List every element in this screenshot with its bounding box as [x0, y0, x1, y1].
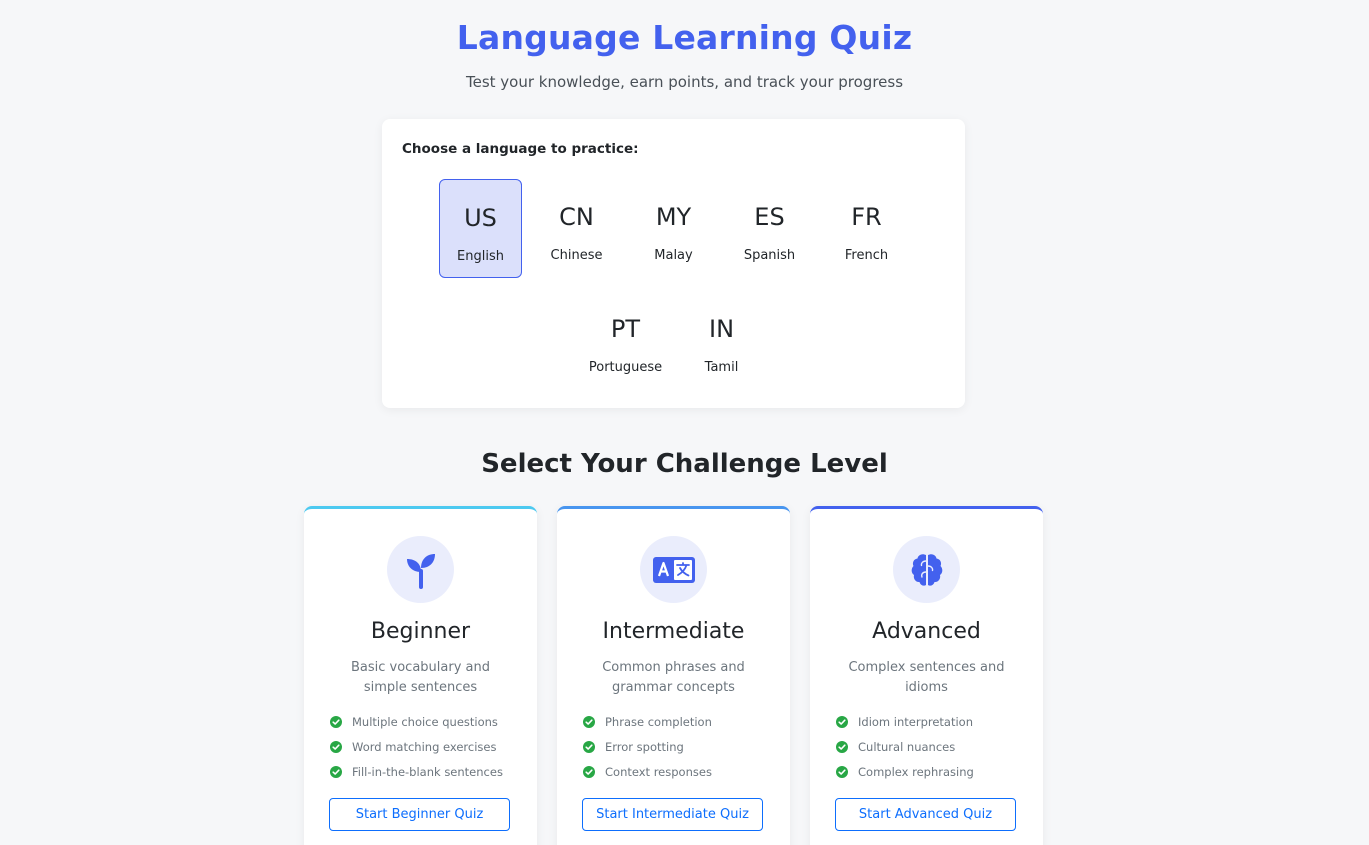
level-card-advanced: Advanced Complex sentences and idioms Id…	[810, 506, 1043, 845]
level-description: Common phrases and grammar concepts	[602, 660, 745, 695]
check-circle-icon	[330, 716, 342, 728]
level-description: Complex sentences and idioms	[848, 660, 1005, 695]
language-option-spanish[interactable]: ES Spanish	[728, 178, 811, 277]
language-name: Spanish	[743, 248, 796, 263]
language-code: PT	[610, 315, 641, 343]
check-circle-icon	[836, 741, 848, 753]
language-name: Tamil	[704, 360, 739, 375]
language-code: IN	[708, 315, 735, 343]
feature-text: Complex rephrasing	[858, 765, 974, 779]
check-circle-icon	[836, 716, 848, 728]
feature-text: Word matching exercises	[352, 740, 497, 754]
feature-text: Fill-in-the-blank sentences	[352, 765, 503, 779]
language-code: MY	[655, 203, 692, 231]
start-advanced-quiz-button[interactable]: Start Advanced Quiz	[835, 798, 1016, 831]
brain-icon	[893, 536, 960, 603]
language-code: ES	[754, 203, 785, 231]
language-option-malay[interactable]: MY Malay	[632, 178, 715, 277]
start-intermediate-quiz-button[interactable]: Start Intermediate Quiz	[582, 798, 763, 831]
language-name: Malay	[654, 248, 693, 263]
check-circle-icon	[583, 741, 595, 753]
page: Language Learning Quiz Test your knowled…	[0, 0, 1369, 845]
language-option-chinese[interactable]: CN Chinese	[535, 178, 618, 277]
language-option-english[interactable]: US English	[439, 179, 522, 278]
feature-text: Error spotting	[605, 740, 684, 754]
page-subtitle: Test your knowledge, earn points, and tr…	[465, 73, 904, 91]
language-option-tamil[interactable]: IN Tamil	[680, 290, 763, 389]
language-name: Chinese	[550, 248, 603, 263]
level-card-beginner: Beginner Basic vocabulary and simple sen…	[304, 506, 537, 845]
language-prompt: Choose a language to practice:	[402, 141, 639, 157]
check-circle-icon	[330, 741, 342, 753]
feature-text: Cultural nuances	[858, 740, 956, 754]
feature-text: Context responses	[605, 765, 712, 779]
feature-text: Idiom interpretation	[858, 715, 974, 729]
level-name: Intermediate	[602, 619, 745, 644]
start-beginner-quiz-button[interactable]: Start Beginner Quiz	[329, 798, 510, 831]
language-picker-card: Choose a language to practice: US Englis…	[382, 119, 965, 408]
language-icon	[640, 536, 707, 603]
check-circle-icon	[836, 766, 848, 778]
language-code: CN	[559, 203, 594, 231]
check-circle-icon	[330, 766, 342, 778]
language-code: US	[464, 204, 497, 232]
level-name: Advanced	[872, 619, 981, 644]
language-option-french[interactable]: FR French	[825, 178, 908, 277]
feature-text: Multiple choice questions	[352, 715, 498, 729]
language-name: Portuguese	[588, 360, 663, 375]
feature-text: Phrase completion	[605, 715, 712, 729]
level-description: Basic vocabulary and simple sentences	[350, 660, 490, 695]
check-circle-icon	[583, 716, 595, 728]
page-title: Language Learning Quiz	[456, 18, 913, 57]
check-circle-icon	[583, 766, 595, 778]
language-code: FR	[851, 203, 882, 231]
language-name: French	[844, 248, 889, 263]
seedling-icon	[387, 536, 454, 603]
language-option-portuguese[interactable]: PT Portuguese	[584, 290, 667, 389]
level-name: Beginner	[370, 619, 471, 644]
language-name: English	[457, 249, 504, 264]
level-card-intermediate: Intermediate Common phrases and grammar …	[557, 506, 790, 845]
section-title: Select Your Challenge Level	[481, 449, 888, 479]
